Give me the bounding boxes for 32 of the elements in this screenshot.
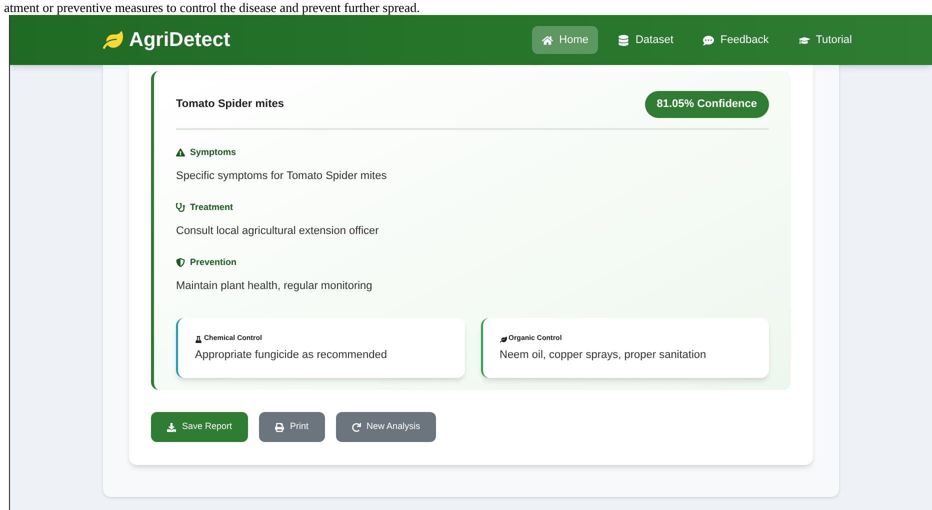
leaf-icon	[500, 336, 506, 343]
section-heading: Prevention	[190, 256, 237, 269]
control-text: Appropriate fungicide as recommended	[195, 348, 388, 362]
stethoscope-icon	[176, 203, 185, 212]
flask-icon	[195, 336, 202, 343]
control-text: Neem oil, copper sprays, proper sanitation	[500, 348, 708, 362]
nav-link[interactable]: Feedback	[693, 26, 779, 54]
printer-icon	[275, 422, 284, 432]
download-icon	[167, 422, 176, 432]
nav-link[interactable]: Home	[532, 26, 598, 54]
action-button[interactable]: New Analysis	[336, 412, 436, 442]
shield-icon	[176, 258, 185, 268]
section-heading: Treatment	[190, 201, 234, 214]
action-button[interactable]: Print	[259, 412, 325, 442]
leaf-logo-icon	[103, 30, 123, 50]
nav-link[interactable]: Dataset	[608, 26, 684, 54]
home-icon	[542, 34, 554, 46]
redo-icon	[352, 422, 361, 432]
graduation-cap-icon	[798, 34, 810, 46]
document-text: atment or preventive measures to control the disease and prevent further spread.	[4, 0, 420, 15]
speech-bubble-icon	[703, 34, 714, 46]
disease-name: Tomato Spider mites	[176, 97, 284, 112]
database-icon	[618, 34, 630, 46]
warning-icon	[176, 148, 185, 158]
section-text: Consult local agricultural extension officer	[176, 224, 380, 238]
section-heading: Symptoms	[190, 146, 236, 159]
section-text: Specific symptoms for Tomato Spider mites	[176, 168, 388, 184]
section-text: Maintain plant health, regular monitoring	[176, 278, 374, 294]
confidence-badge: 81.05% Confidence	[644, 91, 769, 118]
nav-link[interactable]: Tutorial	[788, 26, 862, 54]
action-button[interactable]: Save Report	[151, 412, 248, 442]
brand-name: AgriDetect	[129, 28, 230, 53]
